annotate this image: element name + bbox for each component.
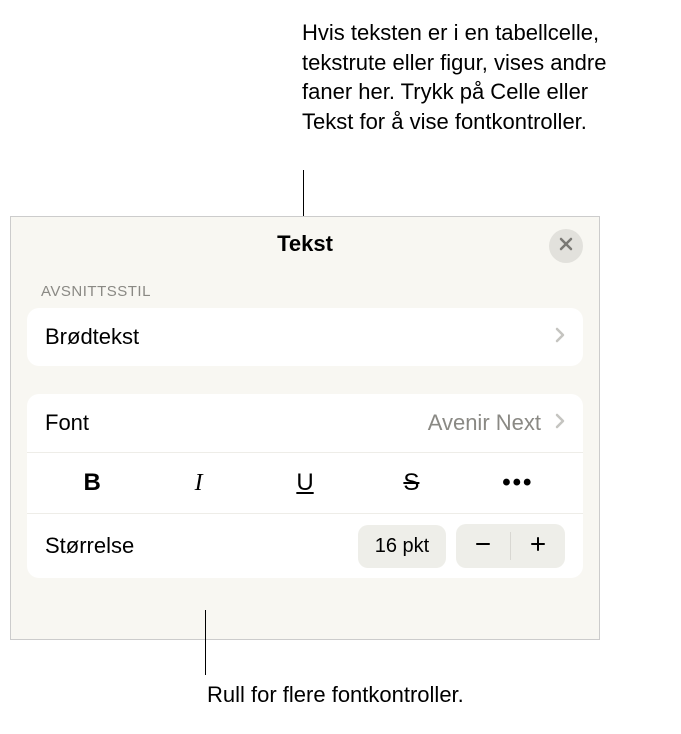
paragraph-style-section-label: AVSNITTSSTIL (11, 271, 599, 308)
size-value[interactable]: 16 pkt (358, 525, 446, 568)
paragraph-style-row[interactable]: Brødtekst (27, 308, 583, 366)
decrease-size-button[interactable] (456, 524, 510, 568)
minus-icon (473, 534, 493, 559)
plus-icon (528, 534, 548, 559)
font-card: Font Avenir Next B I U S ••• Størrelse 1… (27, 394, 583, 578)
style-buttons-row: B I U S ••• (27, 453, 583, 514)
callout-line-bottom (205, 610, 206, 675)
font-right-group: Avenir Next (428, 410, 565, 436)
chevron-right-icon (555, 413, 565, 434)
font-label: Font (45, 410, 89, 436)
size-label: Størrelse (45, 533, 134, 559)
font-row[interactable]: Font Avenir Next (27, 394, 583, 453)
close-button[interactable] (549, 229, 583, 263)
chevron-right-icon (555, 327, 565, 348)
callout-line-top (303, 170, 304, 217)
underline-button[interactable]: U (258, 461, 352, 505)
callout-top-text: Hvis teksten er i en tabellcelle, tekstr… (302, 18, 642, 137)
increase-size-button[interactable] (511, 524, 565, 568)
strikethrough-button[interactable]: S (364, 461, 458, 505)
font-value: Avenir Next (428, 410, 541, 436)
size-stepper (456, 524, 565, 568)
text-format-panel: Tekst AVSNITTSSTIL Brødtekst Font (10, 216, 600, 640)
panel-title: Tekst (277, 231, 333, 257)
size-row: Størrelse 16 pkt (27, 514, 583, 578)
paragraph-style-value: Brødtekst (45, 324, 139, 350)
paragraph-style-card: Brødtekst (27, 308, 583, 366)
panel-header: Tekst (11, 217, 599, 271)
italic-button[interactable]: I (151, 461, 245, 505)
close-icon (558, 236, 574, 257)
bold-button[interactable]: B (45, 461, 139, 505)
more-options-button[interactable]: ••• (471, 461, 565, 505)
callout-bottom-text: Rull for flere fontkontroller. (207, 682, 464, 708)
size-controls: 16 pkt (358, 524, 565, 568)
